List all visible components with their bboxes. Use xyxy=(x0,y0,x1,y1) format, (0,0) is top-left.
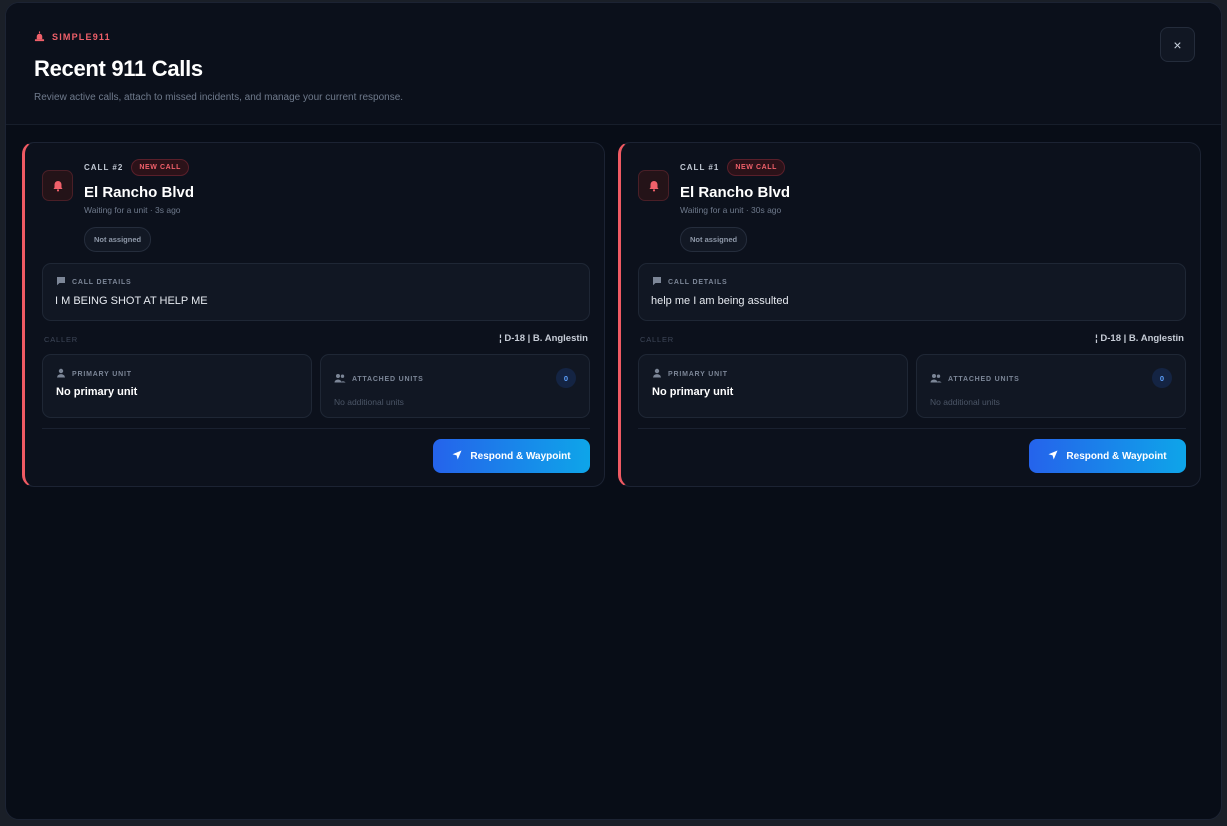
bell-icon xyxy=(42,170,73,201)
respond-label: Respond & Waypoint xyxy=(1066,450,1167,462)
navigation-arrow-icon xyxy=(452,450,462,463)
call-details-label: CALL DETAILS xyxy=(652,276,728,288)
assignment-badge: Not assigned xyxy=(680,227,748,252)
call-card: CALL #2 NEW CALL El Rancho Blvd Waiting … xyxy=(22,142,605,487)
users-icon xyxy=(334,373,346,385)
message-icon xyxy=(652,276,662,288)
user-icon xyxy=(652,368,662,380)
modal-header: SIMPLE911 Recent 911 Calls Review active… xyxy=(6,3,1221,125)
assignment-badge: Not assigned xyxy=(84,227,152,252)
page-title: Recent 911 Calls xyxy=(34,56,203,81)
brand: SIMPLE911 xyxy=(34,31,1221,42)
call-details-box: CALL DETAILS I M BEING SHOT AT HELP ME xyxy=(42,263,590,321)
caller-label: CALLER xyxy=(640,335,674,344)
call-details-label: CALL DETAILS xyxy=(56,276,132,288)
call-number: CALL #2 xyxy=(84,163,124,172)
close-button[interactable]: × xyxy=(1160,27,1195,62)
primary-unit-box: PRIMARY UNIT No primary unit xyxy=(638,354,908,418)
users-icon xyxy=(930,373,942,385)
divider xyxy=(638,428,1186,429)
new-call-badge: NEW CALL xyxy=(727,159,786,176)
call-status: Waiting for a unit · 30s ago xyxy=(680,205,782,215)
attached-count-badge: 0 xyxy=(1152,368,1172,388)
call-details-box: CALL DETAILS help me I am being assulted xyxy=(638,263,1186,321)
attached-units-box: ATTACHED UNITS 0 No additional units xyxy=(320,354,590,418)
call-location: El Rancho Blvd xyxy=(84,184,195,201)
caller-label: CALLER xyxy=(44,335,78,344)
navigation-arrow-icon xyxy=(1048,450,1058,463)
primary-unit-label: PRIMARY UNIT xyxy=(56,368,132,380)
call-header: CALL #1 NEW CALL xyxy=(680,159,786,176)
bell-icon xyxy=(638,170,669,201)
user-icon xyxy=(56,368,66,380)
siren-icon xyxy=(34,31,45,42)
caller-value: ¦ D-18 | B. Anglestin xyxy=(1095,333,1184,344)
respond-label: Respond & Waypoint xyxy=(470,450,571,462)
recent-calls-modal: SIMPLE911 Recent 911 Calls Review active… xyxy=(5,2,1222,820)
attached-units-empty: No additional units xyxy=(334,397,404,407)
primary-unit-box: PRIMARY UNIT No primary unit xyxy=(42,354,312,418)
call-header: CALL #2 NEW CALL xyxy=(84,159,190,176)
attached-units-empty: No additional units xyxy=(930,397,1000,407)
primary-unit-label: PRIMARY UNIT xyxy=(652,368,728,380)
caller-value: ¦ D-18 | B. Anglestin xyxy=(499,333,588,344)
attached-units-label: ATTACHED UNITS xyxy=(930,373,1020,385)
brand-name: SIMPLE911 xyxy=(52,31,111,42)
page-subtitle: Review active calls, attach to missed in… xyxy=(34,92,404,103)
respond-waypoint-button[interactable]: Respond & Waypoint xyxy=(1029,439,1186,473)
message-icon xyxy=(56,276,66,288)
call-status: Waiting for a unit · 3s ago xyxy=(84,205,181,215)
primary-unit-value: No primary unit xyxy=(56,386,138,398)
attached-count-badge: 0 xyxy=(556,368,576,388)
call-number: CALL #1 xyxy=(680,163,720,172)
new-call-badge: NEW CALL xyxy=(131,159,190,176)
primary-unit-value: No primary unit xyxy=(652,386,734,398)
close-icon: × xyxy=(1173,36,1182,53)
attached-units-label: ATTACHED UNITS xyxy=(334,373,424,385)
call-details-text: help me I am being assulted xyxy=(651,295,789,307)
respond-waypoint-button[interactable]: Respond & Waypoint xyxy=(433,439,590,473)
divider xyxy=(42,428,590,429)
call-details-text: I M BEING SHOT AT HELP ME xyxy=(55,295,208,307)
attached-units-box: ATTACHED UNITS 0 No additional units xyxy=(916,354,1186,418)
call-location: El Rancho Blvd xyxy=(680,184,791,201)
call-card: CALL #1 NEW CALL El Rancho Blvd Waiting … xyxy=(618,142,1201,487)
